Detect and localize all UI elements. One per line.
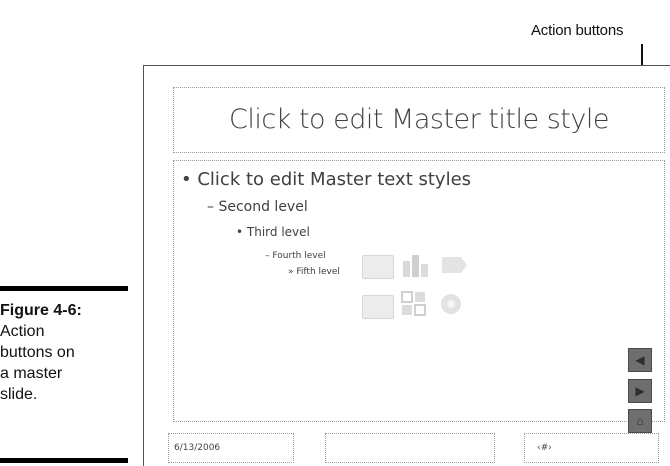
bullet: –	[207, 199, 214, 215]
home-icon: ⌂	[636, 414, 644, 428]
picture-icon[interactable]	[362, 295, 394, 319]
text-level-1-label: Click to edit Master text styles	[197, 169, 472, 190]
figure-caption-line: Action	[0, 323, 45, 340]
figure-caption: Figure 4-6: Action buttons on a master s…	[0, 300, 128, 405]
text-level-2: – Second level	[207, 199, 308, 215]
text-level-4-label: Fourth level	[272, 251, 326, 261]
action-button-back[interactable]: ◀	[628, 348, 652, 372]
bullet: •	[181, 169, 192, 190]
text-level-5-label: Fifth level	[296, 267, 340, 277]
figure-caption-line: slide.	[0, 386, 38, 403]
bullet: –	[265, 251, 270, 261]
bullet: »	[288, 267, 294, 277]
text-level-3: • Third level	[236, 225, 310, 239]
media-icon[interactable]	[437, 291, 465, 317]
footer-slide-number-placeholder[interactable]: ‹#›	[524, 433, 659, 463]
body-placeholder[interactable]: • Click to edit Master text styles – Sec…	[173, 160, 665, 422]
text-level-2-label: Second level	[218, 199, 308, 215]
table-icon[interactable]	[362, 255, 394, 279]
caption-rule-top	[0, 286, 128, 291]
text-level-4: – Fourth level	[265, 251, 326, 261]
figure-caption-line: buttons on	[0, 344, 75, 361]
smartart-icon[interactable]	[439, 253, 469, 277]
chart-icon[interactable]	[401, 251, 431, 277]
text-level-3-label: Third level	[246, 225, 310, 239]
text-level-1: • Click to edit Master text styles	[181, 169, 471, 190]
action-button-forward[interactable]: ▶	[628, 379, 652, 403]
master-title-text: Click to edit Master title style	[229, 104, 609, 135]
footer-date: 6/13/2006	[174, 443, 221, 453]
footer-date-placeholder[interactable]: 6/13/2006	[168, 433, 294, 463]
title-placeholder[interactable]: Click to edit Master title style	[173, 87, 665, 153]
bullet: •	[236, 225, 244, 239]
triangle-right-icon: ▶	[635, 384, 645, 398]
action-button-home[interactable]: ⌂	[628, 409, 652, 433]
master-slide: Click to edit Master title style • Click…	[143, 65, 670, 466]
figure-caption-title: Figure 4-6:	[0, 302, 82, 319]
text-level-5: » Fifth level	[288, 267, 340, 277]
action-buttons-callout-label: Action buttons	[531, 22, 624, 39]
footer-slide-number: ‹#›	[537, 443, 552, 453]
caption-rule-bottom	[0, 458, 128, 463]
figure-caption-line: a master	[0, 365, 63, 382]
footer-text-placeholder[interactable]	[325, 433, 495, 463]
clipart-icon[interactable]	[401, 291, 427, 317]
content-placeholder-icons	[349, 251, 479, 326]
triangle-left-icon: ◀	[635, 353, 645, 367]
